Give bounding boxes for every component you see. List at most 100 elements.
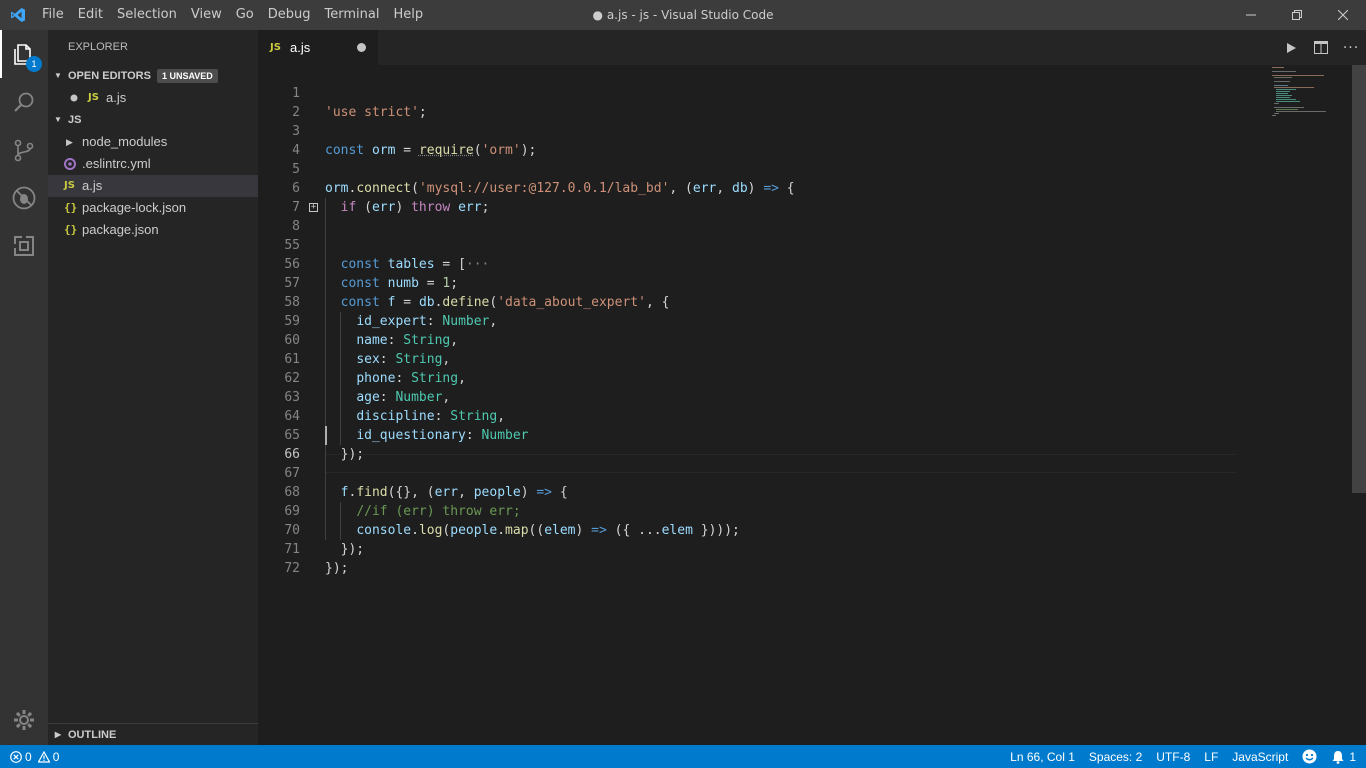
outline-section[interactable]: ▶ OUTLINE [48,723,258,745]
chevron-down-icon: ▼ [54,115,62,124]
activity-bar: 1 [0,30,48,745]
text-cursor [325,426,327,445]
bell-icon [1332,750,1344,764]
notification-count: 1 [1349,749,1356,764]
minimap[interactable] [1272,65,1352,125]
fold-expand-icon[interactable]: + [309,203,318,212]
unsaved-badge: 1 UNSAVED [156,69,218,83]
menu-terminal[interactable]: Terminal [318,0,387,30]
open-editor-filename: a.js [106,90,127,105]
search-icon [14,92,34,112]
menu-file[interactable]: File [35,0,71,30]
debug-button[interactable] [0,174,48,222]
menu-edit[interactable]: Edit [71,0,110,30]
code-editor[interactable]: 1 'use strict'; 2 3 const orm = require(… [258,65,1366,745]
notifications-button[interactable]: 1 [1324,745,1356,768]
code-line: 72 [258,540,1258,576]
code-line: 61 phone: String, [258,331,1258,386]
gear-icon [14,710,34,730]
line-number: 72 [284,561,300,576]
js-file-icon: JS [64,180,75,191]
scrollbar-thumb[interactable] [1352,65,1366,493]
tree-item-node-modules[interactable]: ▶ node_modules [48,131,258,153]
explorer-badge: 1 [26,56,42,72]
code-line: 1 'use strict'; [258,65,1258,120]
tree-item-label: node_modules [82,134,168,149]
folder-section[interactable]: ▼ JS [48,109,258,131]
restore-button[interactable] [1274,0,1320,30]
menu-debug[interactable]: Debug [261,0,318,30]
tree-item-label: a.js [82,178,103,193]
menu-bar: File Edit Selection View Go Debug Termin… [35,0,430,30]
open-editors-label: OPEN EDITORS [68,70,151,82]
open-editor-item[interactable]: JS a.js [48,87,258,109]
minimize-button[interactable] [1228,0,1274,30]
menu-selection[interactable]: Selection [110,0,184,30]
more-actions-button[interactable]: ··· [1336,30,1366,65]
encoding[interactable]: UTF-8 [1149,745,1197,768]
smiley-icon [1302,749,1317,764]
code-line: 59 name: String, [258,293,1258,348]
tree-item-eslintrc[interactable]: .eslintrc.yml [48,153,258,175]
tab-label: a.js [290,40,311,55]
search-button[interactable] [0,78,48,126]
eslint-file-icon [64,158,82,170]
language-mode[interactable]: JavaScript [1225,745,1295,768]
code-line: 55 [258,217,1258,253]
tree-item-package-lock[interactable]: {} package-lock.json [48,197,258,219]
code-line: 67 f.find({}, (err, people) => { [258,445,1258,500]
tree-item-a-js[interactable]: JS a.js [48,175,258,197]
menu-view[interactable]: View [184,0,229,30]
tree-item-label: .eslintrc.yml [82,156,151,171]
status-bar: 0 0 Ln 66, Col 1 Spaces: 2 UTF-8 LF Java… [0,745,1366,768]
code-line: 69 console.log(people.map((elem) => ({ .… [258,483,1258,538]
editor-actions: ··· [1276,30,1366,65]
json-file-icon: {} [64,223,78,236]
tab-a-js[interactable]: JS a.js [258,30,378,65]
tree-item-package-json[interactable]: {} package.json [48,219,258,241]
settings-button[interactable] [0,696,48,744]
explorer-button[interactable]: 1 [0,30,48,78]
end-of-line[interactable]: LF [1197,745,1225,768]
extensions-icon [13,235,34,256]
code-line: 66 [258,426,1258,462]
outline-label: OUTLINE [68,728,117,741]
dirty-dot-icon [70,94,88,102]
code-line: 62 age: Number, [258,350,1258,405]
split-editor-button[interactable] [1306,30,1336,65]
minimize-icon [1246,14,1256,16]
explorer-title: EXPLORER [68,41,128,53]
split-editor-icon [1314,41,1328,54]
code-line: 63 discipline: String, [258,369,1258,424]
run-button[interactable] [1276,30,1306,65]
code-line: 2 [258,84,1258,120]
editor-group: JS a.js ··· 1 'use strict'; 2 3 const or… [258,30,1366,745]
chevron-down-icon: ▼ [54,71,62,80]
explorer-sidebar: EXPLORER ▼ OPEN EDITORS 1 UNSAVED JS a.j… [48,30,258,745]
code-line: 5 orm.connect('mysql://user:@127.0.0.1/l… [258,141,1258,196]
code-line: 56 const numb = 1; [258,236,1258,291]
vertical-scrollbar[interactable] [1352,65,1366,745]
cursor-position[interactable]: Ln 66, Col 1 [1003,745,1082,768]
source-control-button[interactable] [0,126,48,174]
code-line: 71 }); [258,521,1258,576]
window-controls [1228,0,1366,30]
tree-item-label: package-lock.json [82,200,187,215]
unsaved-dot-icon[interactable] [357,43,366,52]
menu-go[interactable]: Go [229,0,261,30]
feedback-button[interactable] [1295,745,1324,768]
close-button[interactable] [1320,0,1366,30]
code-line: 7 [258,179,1258,215]
play-icon [1287,42,1296,53]
title-bar: File Edit Selection View Go Debug Termin… [0,0,1366,30]
ellipsis-icon: ··· [1342,39,1360,56]
open-editors-section[interactable]: ▼ OPEN EDITORS 1 UNSAVED [48,65,258,87]
indentation[interactable]: Spaces: 2 [1082,745,1149,768]
restore-icon [1292,10,1302,20]
menu-help[interactable]: Help [386,0,430,30]
extensions-button[interactable] [0,222,48,270]
code-line: 64 id_questionary: Number [258,388,1258,443]
js-file-icon: JS [270,42,281,53]
code-line: 6 if (err) throw err; [258,160,1258,215]
problems-indicator[interactable]: 0 0 [10,745,66,768]
